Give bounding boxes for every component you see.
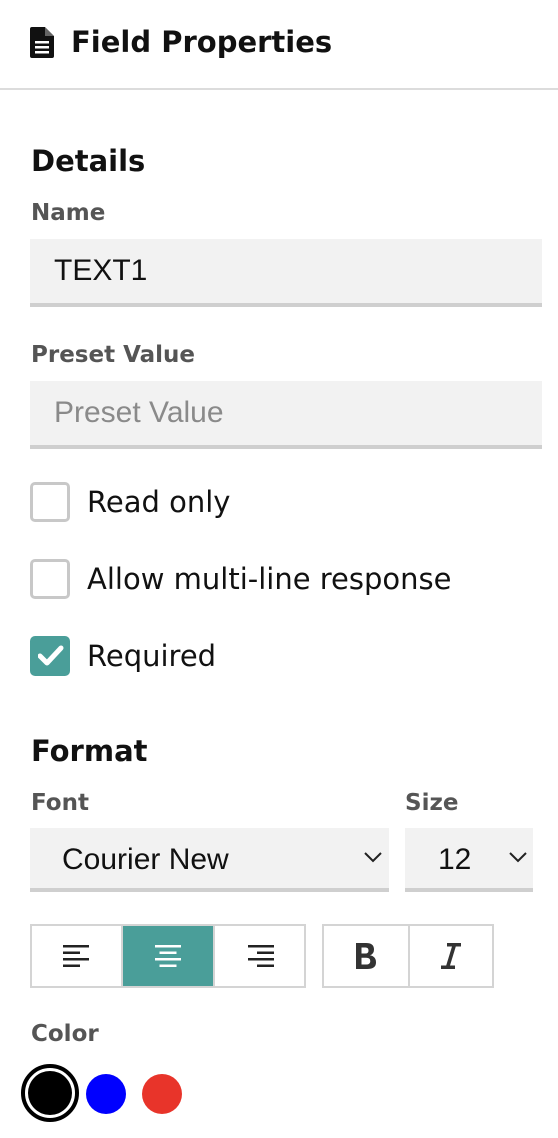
name-input[interactable] [30,239,542,307]
font-label: Font [31,790,89,816]
read-only-label: Read only [87,485,231,519]
color-swatch-red[interactable] [142,1074,182,1114]
required-label: Required [87,639,217,673]
align-left-button[interactable] [32,926,123,986]
multi-line-label: Allow multi-line response [87,562,452,596]
panel-header: Field Properties [0,0,558,90]
font-select-value: Courier New [62,843,229,876]
field-properties-panel: Field Properties Details Name Preset Val… [0,0,558,1138]
preset-value-label: Preset Value [31,342,196,368]
read-only-checkbox[interactable] [30,482,70,522]
align-right-icon [247,945,274,967]
color-label: Color [31,1021,99,1047]
bold-button[interactable] [324,926,410,986]
preset-value-input[interactable] [30,381,542,449]
name-label: Name [31,200,106,226]
multi-line-option[interactable]: Allow multi-line response [30,559,530,599]
color-swatch-black[interactable] [21,1064,79,1122]
color-swatch-blue[interactable] [86,1074,126,1114]
bold-icon [356,943,376,969]
align-right-button[interactable] [215,926,304,986]
chevron-down-icon [509,852,527,863]
align-left-icon [62,945,89,967]
italic-icon [441,943,461,969]
panel-title: Field Properties [71,25,333,59]
checkmark-icon [38,645,64,666]
required-checkbox[interactable] [30,636,70,676]
align-center-icon [155,945,181,967]
size-label: Size [405,790,459,816]
text-style-button-group [322,924,494,988]
format-heading: Format [31,734,148,768]
font-select[interactable]: Courier New [30,828,389,892]
align-center-button[interactable] [123,926,215,986]
swatch-fill [28,1071,72,1115]
italic-button[interactable] [410,926,492,986]
read-only-option[interactable]: Read only [30,482,530,522]
details-heading: Details [31,144,146,178]
document-icon [30,27,54,58]
size-select[interactable]: 12 [405,828,533,892]
alignment-button-group [30,924,306,988]
required-option[interactable]: Required [30,636,530,676]
size-select-value: 12 [438,843,472,876]
chevron-down-icon [364,852,382,863]
multi-line-checkbox[interactable] [30,559,70,599]
